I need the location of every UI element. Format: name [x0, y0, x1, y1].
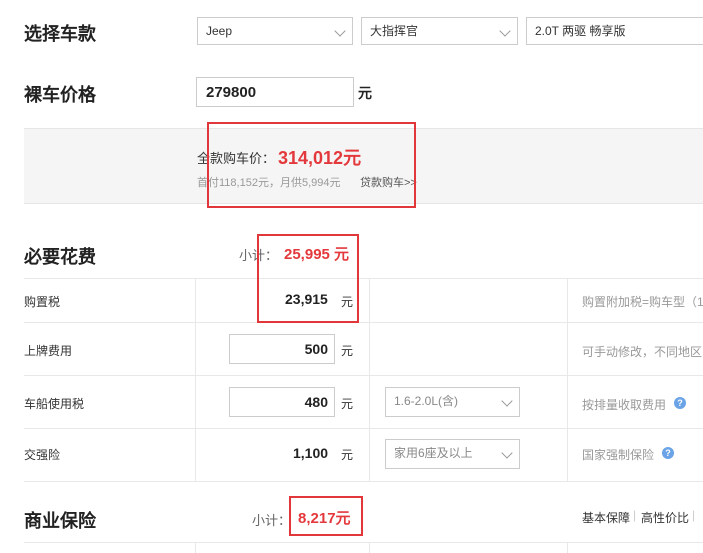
vehicle-tax-unit: 元 [341, 397, 354, 411]
plate-fee-unit: 元 [341, 344, 354, 358]
help-icon[interactable]: ? [674, 397, 686, 409]
bare-price-input[interactable]: 279800 [196, 77, 354, 107]
divider [24, 428, 703, 429]
commercial-link-value[interactable]: 高性价比 [641, 509, 689, 526]
compulsory-insurance-value: 1,100 [293, 445, 329, 461]
displacement-select-value: 1.6-2.0L(含) [394, 394, 459, 408]
select-car-title: 选择车款 [24, 24, 96, 44]
plate-fee-note: 可手动修改，不同地区 [582, 345, 703, 359]
highlight-commercial-subtotal [289, 496, 363, 536]
version-select-value: 2.0T 两驱 畅享版 [535, 24, 626, 38]
seat-type-select-value: 家用6座及以上 [394, 446, 473, 460]
chevron-down-icon [501, 447, 513, 459]
divider [195, 278, 196, 481]
compulsory-insurance-unit: 元 [341, 448, 354, 462]
chevron-down-icon [334, 25, 346, 37]
divider [567, 278, 568, 481]
required-title: 必要花费 [24, 247, 96, 267]
brand-select[interactable]: Jeep [197, 17, 353, 45]
chevron-down-icon [499, 25, 511, 37]
divider [24, 375, 703, 376]
vehicle-tax-input[interactable]: 480 [229, 387, 335, 417]
plate-fee-value: 500 [304, 341, 328, 357]
commercial-link-sep: | [692, 508, 696, 522]
model-select-value: 大指挥官 [370, 24, 419, 38]
plate-fee-input[interactable]: 500 [229, 334, 335, 364]
commercial-link-sep: | [633, 508, 637, 522]
model-select[interactable]: 大指挥官 [361, 17, 518, 45]
divider [195, 542, 196, 553]
divider [369, 542, 370, 553]
help-icon[interactable]: ? [662, 447, 674, 459]
commercial-link-basic[interactable]: 基本保障 [582, 509, 630, 526]
bare-price-value: 279800 [206, 84, 257, 101]
row-label-vehicle-tax: 车船使用税 [24, 397, 85, 411]
row-label-compulsory-insurance: 交强险 [24, 448, 61, 462]
chevron-down-icon [501, 395, 513, 407]
row-label-purchase-tax: 购置税 [24, 295, 61, 309]
divider [24, 278, 703, 279]
purchase-tax-note: 购置附加税=购车型（1 [582, 295, 703, 309]
bare-price-unit: 元 [358, 85, 372, 101]
seat-type-select[interactable]: 家用6座及以上 [385, 439, 520, 469]
version-select[interactable]: 2.0T 两驱 畅享版 [526, 17, 703, 45]
row-label-plate-fee: 上牌费用 [24, 344, 73, 358]
brand-select-value: Jeep [206, 24, 233, 38]
divider [24, 542, 703, 543]
divider [567, 542, 568, 553]
divider [24, 481, 703, 482]
divider [24, 322, 703, 323]
highlight-full-price [207, 122, 416, 208]
vehicle-tax-value: 480 [304, 394, 328, 410]
bare-price-title: 裸车价格 [24, 85, 96, 105]
displacement-select[interactable]: 1.6-2.0L(含) [385, 387, 520, 417]
divider [369, 278, 370, 481]
highlight-purchase-tax [257, 234, 359, 323]
commercial-subtotal-label: 小计： [252, 513, 292, 528]
compulsory-insurance-note: 国家强制保险 [582, 448, 655, 462]
commercial-title: 商业保险 [24, 511, 96, 531]
vehicle-tax-note: 按排量收取费用 [582, 398, 667, 412]
